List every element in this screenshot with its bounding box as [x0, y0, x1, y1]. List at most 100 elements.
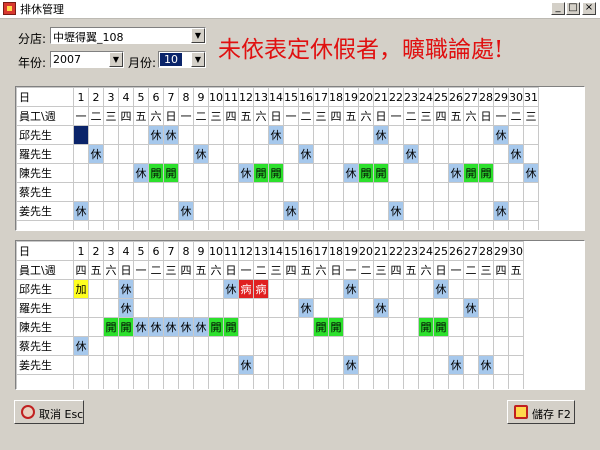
schedule-cell[interactable] — [523, 201, 539, 221]
schedule-cell[interactable]: 開 — [253, 163, 269, 183]
schedule-cell[interactable] — [493, 317, 509, 337]
schedule-cell[interactable] — [373, 182, 389, 202]
schedule-cell[interactable]: 休 — [523, 163, 539, 183]
schedule-cell[interactable] — [388, 279, 404, 299]
schedule-cell[interactable] — [433, 163, 449, 183]
schedule-cell[interactable]: 休 — [193, 144, 209, 164]
schedule-cell[interactable] — [388, 125, 404, 145]
branch-select[interactable]: 中壢得翼_108 ▼ — [50, 27, 206, 44]
schedule-cell[interactable]: 開 — [373, 163, 389, 183]
schedule-cell[interactable] — [403, 298, 419, 318]
schedule-cell[interactable] — [118, 182, 134, 202]
schedule-cell[interactable] — [88, 317, 104, 337]
schedule-cell[interactable]: 休 — [88, 144, 104, 164]
schedule-cell[interactable] — [208, 355, 224, 375]
schedule-cell[interactable] — [253, 355, 269, 375]
schedule-cell[interactable] — [358, 125, 374, 145]
schedule-cell[interactable] — [403, 317, 419, 337]
save-button[interactable]: 儲存 F2 — [507, 400, 575, 424]
schedule-cell[interactable] — [88, 279, 104, 299]
schedule-cell[interactable] — [493, 298, 509, 318]
schedule-cell[interactable] — [403, 336, 419, 356]
schedule-cell[interactable] — [223, 182, 239, 202]
schedule-cell[interactable] — [448, 144, 464, 164]
schedule-cell[interactable]: 休 — [133, 317, 149, 337]
schedule-cell[interactable] — [373, 279, 389, 299]
schedule-cell[interactable]: 開 — [103, 317, 119, 337]
schedule-cell[interactable] — [478, 201, 494, 221]
schedule-cell[interactable] — [358, 336, 374, 356]
schedule-cell[interactable]: 開 — [223, 317, 239, 337]
schedule-cell[interactable] — [448, 336, 464, 356]
schedule-cell[interactable] — [268, 182, 284, 202]
schedule-cell[interactable]: 休 — [448, 355, 464, 375]
schedule-cell[interactable] — [223, 201, 239, 221]
schedule-cell[interactable] — [373, 144, 389, 164]
schedule-cell[interactable] — [508, 317, 524, 337]
schedule-cell[interactable] — [373, 201, 389, 221]
schedule-cell[interactable] — [268, 317, 284, 337]
schedule-cell[interactable] — [133, 201, 149, 221]
schedule-cell[interactable]: 開 — [418, 317, 434, 337]
month-select[interactable]: 10 ▼ — [158, 51, 206, 68]
schedule-cell[interactable] — [493, 144, 509, 164]
schedule-cell[interactable] — [148, 201, 164, 221]
schedule-cell[interactable] — [178, 298, 194, 318]
schedule-cell[interactable] — [283, 182, 299, 202]
schedule-cell[interactable] — [463, 279, 479, 299]
schedule-cell[interactable]: 休 — [268, 125, 284, 145]
schedule-cell[interactable] — [493, 182, 509, 202]
schedule-cell[interactable] — [493, 279, 509, 299]
schedule-cell[interactable] — [253, 125, 269, 145]
schedule-cell[interactable] — [163, 336, 179, 356]
schedule-cell[interactable] — [448, 279, 464, 299]
schedule-cell[interactable] — [433, 298, 449, 318]
schedule-cell[interactable] — [523, 182, 539, 202]
schedule-cell[interactable] — [478, 317, 494, 337]
schedule-cell[interactable] — [508, 125, 524, 145]
schedule-cell[interactable] — [403, 182, 419, 202]
schedule-cell[interactable] — [268, 355, 284, 375]
schedule-cell[interactable]: 休 — [493, 125, 509, 145]
schedule-cell[interactable] — [73, 355, 89, 375]
schedule-cell[interactable] — [343, 336, 359, 356]
schedule-cell[interactable] — [313, 201, 329, 221]
schedule-cell[interactable] — [118, 125, 134, 145]
schedule-cell[interactable]: 休 — [193, 317, 209, 337]
schedule-cell[interactable] — [193, 279, 209, 299]
schedule-cell[interactable] — [208, 125, 224, 145]
schedule-cell[interactable]: 開 — [208, 317, 224, 337]
chevron-down-icon[interactable]: ▼ — [191, 28, 205, 43]
schedule-cell[interactable]: 開 — [163, 163, 179, 183]
schedule-cell[interactable] — [478, 125, 494, 145]
schedule-cell[interactable]: 休 — [163, 125, 179, 145]
schedule-cell[interactable] — [163, 355, 179, 375]
schedule-cell[interactable] — [178, 355, 194, 375]
schedule-cell[interactable] — [238, 125, 254, 145]
schedule-cell[interactable] — [178, 144, 194, 164]
schedule-cell[interactable] — [403, 125, 419, 145]
schedule-cell[interactable] — [388, 298, 404, 318]
schedule-cell[interactable] — [88, 163, 104, 183]
schedule-cell[interactable] — [208, 144, 224, 164]
schedule-cell[interactable] — [283, 279, 299, 299]
schedule-cell[interactable] — [343, 182, 359, 202]
schedule-cell[interactable] — [433, 336, 449, 356]
schedule-cell[interactable] — [268, 336, 284, 356]
schedule-cell[interactable] — [298, 336, 314, 356]
schedule-cell[interactable] — [133, 279, 149, 299]
schedule-cell[interactable]: 休 — [448, 163, 464, 183]
schedule-cell[interactable]: 休 — [388, 201, 404, 221]
schedule-cell[interactable]: 休 — [298, 144, 314, 164]
schedule-cell[interactable] — [508, 279, 524, 299]
schedule-cell[interactable] — [283, 355, 299, 375]
schedule-cell[interactable]: 開 — [358, 163, 374, 183]
schedule-cell[interactable]: 休 — [223, 279, 239, 299]
schedule-cell[interactable] — [298, 201, 314, 221]
schedule-cell[interactable]: 加 — [73, 279, 89, 299]
schedule-cell[interactable]: 病 — [238, 279, 254, 299]
schedule-cell[interactable] — [298, 279, 314, 299]
schedule-cell[interactable] — [133, 144, 149, 164]
schedule-cell[interactable] — [163, 144, 179, 164]
schedule-cell[interactable] — [373, 355, 389, 375]
